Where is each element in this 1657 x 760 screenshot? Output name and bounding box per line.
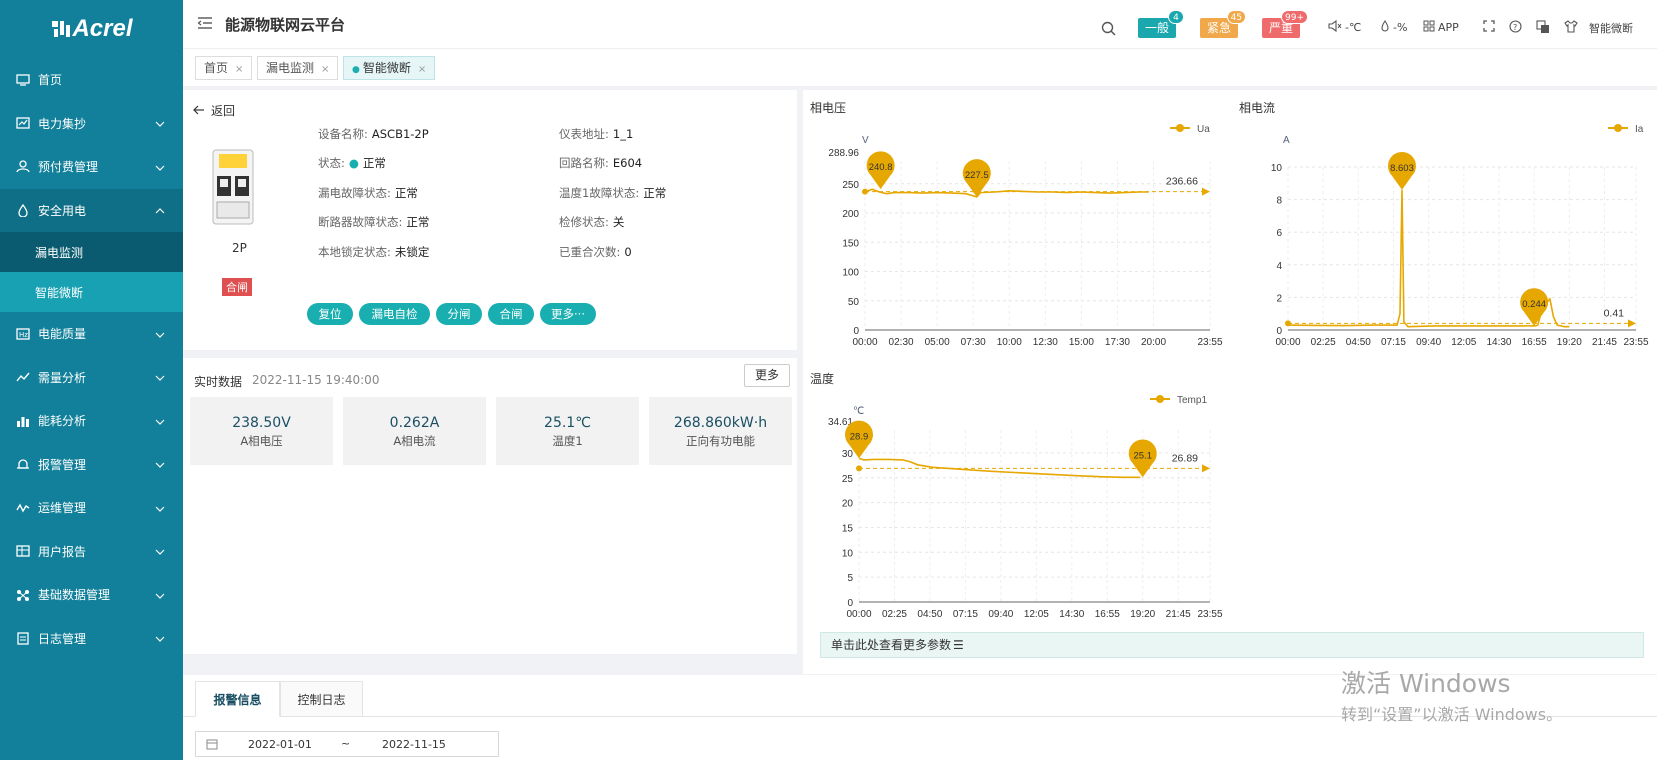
- y-tick-label: 2: [1276, 293, 1282, 304]
- more-params-bar[interactable]: 单击此处查看更多参数 ☰: [820, 632, 1644, 658]
- avg-arrow: [1202, 464, 1210, 473]
- y-tick-label: 10: [842, 548, 854, 559]
- y-tick-label: 25: [842, 474, 854, 485]
- avg-label: 0.41: [1604, 307, 1625, 319]
- y-tick-label: 15: [842, 523, 854, 534]
- activation-watermark-subtitle: 转到“设置”以激活 Windows。: [1341, 705, 1563, 724]
- activation-watermark-title: 激活 Windows: [1341, 669, 1511, 698]
- x-tick-label: 16:55: [1522, 337, 1547, 348]
- max-mark-label: 0.244: [1522, 299, 1546, 310]
- x-tick-label: 23:55: [1197, 609, 1222, 620]
- calendar-icon: [206, 738, 218, 753]
- x-tick-label: 14:30: [1059, 609, 1084, 620]
- max-mark-label: 8.603: [1390, 163, 1414, 174]
- date-separator: ~: [341, 737, 351, 750]
- tab-control-log[interactable]: 控制日志: [280, 681, 363, 717]
- x-tick-label: 23:55: [1197, 337, 1222, 348]
- x-tick-label: 09:40: [1416, 337, 1441, 348]
- x-tick-label: 17:30: [1105, 337, 1130, 348]
- legend-label: Ua: [1197, 124, 1210, 135]
- y-tick-label: 150: [842, 238, 859, 249]
- y-tick-label: 5: [847, 573, 853, 584]
- max-mark-label: 25.1: [1133, 450, 1152, 461]
- x-tick-label: 12:05: [1451, 337, 1476, 348]
- x-tick-label: 23:55: [1623, 337, 1648, 348]
- date-to[interactable]: 2022-11-15: [382, 738, 446, 751]
- max-mark-label: 28.9: [850, 431, 869, 442]
- legend-marker: [1614, 124, 1622, 132]
- x-tick-label: 14:30: [1486, 337, 1511, 348]
- x-tick-label: 12:30: [1033, 337, 1058, 348]
- y-tick-label: 6: [1276, 228, 1282, 239]
- max-mark-label: 227.5: [965, 170, 989, 181]
- x-tick-label: 12:05: [1024, 609, 1049, 620]
- date-range-picker[interactable]: 2022-01-01 ~ 2022-11-15: [195, 731, 499, 757]
- x-tick-label: 00:00: [1275, 337, 1300, 348]
- x-tick-label: 05:00: [925, 337, 950, 348]
- x-tick-label: 16:55: [1095, 609, 1120, 620]
- x-tick-label: 15:00: [1069, 337, 1094, 348]
- x-tick-label: 19:20: [1130, 609, 1155, 620]
- series-line: [864, 188, 1149, 198]
- x-tick-label: 07:15: [1381, 337, 1406, 348]
- avg-label: 26.89: [1172, 452, 1198, 464]
- max-mark-label: 240.8: [869, 162, 893, 173]
- x-tick-label: 21:45: [1166, 609, 1191, 620]
- y-tick-label: 100: [842, 268, 859, 279]
- y-unit-label: V: [862, 135, 869, 146]
- y-tick-label: 20: [842, 499, 854, 510]
- avg-label: 236.66: [1166, 176, 1198, 188]
- x-tick-label: 10:00: [997, 337, 1022, 348]
- x-tick-label: 21:45: [1592, 337, 1617, 348]
- list-icon: ☰: [953, 638, 964, 652]
- legend-label: Ia: [1635, 124, 1644, 135]
- x-tick-label: 20:00: [1141, 337, 1166, 348]
- x-tick-label: 09:40: [988, 609, 1013, 620]
- more-params-label: 单击此处查看更多参数: [831, 638, 952, 652]
- y-tick-label: 50: [848, 297, 860, 308]
- legend-marker: [1156, 395, 1164, 403]
- x-tick-label: 00:00: [846, 609, 871, 620]
- x-tick-label: 04:50: [1346, 337, 1371, 348]
- x-tick-label: 02:30: [889, 337, 914, 348]
- y-tick-label: 0: [853, 326, 859, 337]
- x-tick-label: 00:00: [852, 337, 877, 348]
- avg-arrow: [1628, 319, 1636, 328]
- y-tick-label: 4: [1276, 261, 1282, 272]
- y-unit-label: A: [1283, 135, 1290, 146]
- y-tick-label: 30: [842, 449, 854, 460]
- x-tick-label: 07:15: [953, 609, 978, 620]
- y-max-label: 288.96: [828, 148, 859, 159]
- y-unit-label: ℃: [853, 406, 864, 417]
- x-tick-label: 04:50: [917, 609, 942, 620]
- y-tick-label: 8: [1276, 196, 1282, 207]
- series-line: [858, 457, 1141, 479]
- legend-marker: [1176, 124, 1184, 132]
- x-tick-label: 02:25: [882, 609, 907, 620]
- legend-label: Temp1: [1177, 395, 1207, 406]
- y-tick-label: 10: [1271, 163, 1283, 174]
- y-tick-label: 250: [842, 180, 859, 191]
- x-tick-label: 07:30: [961, 337, 986, 348]
- y-tick-label: 0: [1276, 326, 1282, 337]
- y-tick-label: 0: [847, 598, 853, 609]
- x-tick-label: 19:20: [1557, 337, 1582, 348]
- tab-alarm-info[interactable]: 报警信息: [195, 681, 280, 717]
- date-from[interactable]: 2022-01-01: [248, 738, 312, 751]
- x-tick-label: 02:25: [1311, 337, 1336, 348]
- y-tick-label: 200: [842, 209, 859, 220]
- avg-arrow: [1202, 187, 1210, 196]
